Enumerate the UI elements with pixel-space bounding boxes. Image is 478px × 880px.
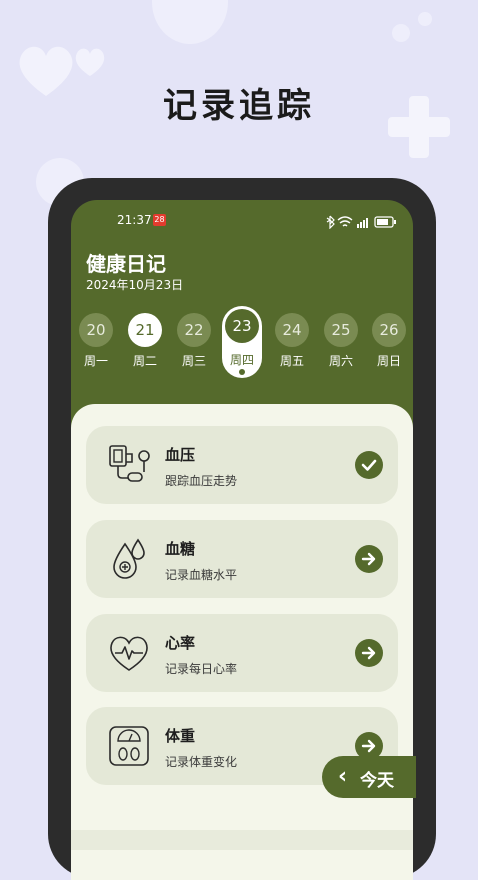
blood-drop-icon — [113, 538, 145, 579]
arrow-right-icon — [361, 552, 376, 566]
card-title: 血压 — [165, 446, 196, 464]
day-item[interactable]: 21 周二 — [123, 308, 167, 378]
card-subtitle: 跟踪血压走势 — [165, 474, 238, 488]
sim-badge: 28 — [153, 214, 166, 226]
day-item[interactable]: 24 周五 — [270, 308, 314, 378]
card-subtitle: 记录体重变化 — [165, 755, 238, 769]
bottom-nav-bar — [71, 830, 413, 850]
day-weekday: 周三 — [181, 354, 206, 368]
status-icons — [326, 215, 396, 229]
app-title: 健康日记 — [86, 252, 166, 276]
day-item[interactable]: 26 周日 — [367, 308, 411, 378]
card-subtitle: 记录血糖水平 — [165, 568, 238, 582]
arrow-button[interactable] — [355, 545, 383, 573]
scale-icon — [109, 726, 149, 766]
card-blood-pressure[interactable]: 血压 跟踪血压走势 — [86, 426, 398, 504]
status-bar: 21:37 28 — [71, 210, 413, 232]
status-time: 21:37 — [117, 213, 152, 227]
decor-circle — [418, 12, 432, 26]
day-number: 24 — [275, 313, 309, 347]
card-subtitle: 记录每日心率 — [165, 662, 238, 676]
today-button[interactable]: ‹ 今天 — [322, 756, 416, 798]
signal-icon — [357, 218, 368, 228]
chevron-left-icon: ‹ — [338, 764, 348, 789]
decor-circle — [152, 0, 228, 44]
day-number: 20 — [79, 313, 113, 347]
arrow-right-icon — [361, 646, 376, 660]
day-item[interactable]: 22 周三 — [172, 308, 216, 378]
day-weekday: 周日 — [376, 354, 401, 368]
selected-dot — [239, 369, 245, 375]
battery-icon — [374, 216, 396, 228]
day-weekday: 周二 — [132, 354, 157, 368]
headline: 记录追踪 — [163, 86, 315, 126]
check-icon — [361, 459, 377, 471]
day-number: 25 — [324, 313, 358, 347]
wifi-icon — [337, 216, 353, 227]
day-weekday: 周四 — [229, 353, 254, 367]
day-number: 22 — [177, 313, 211, 347]
day-weekday: 周一 — [83, 354, 108, 368]
day-weekday: 周五 — [279, 354, 304, 368]
current-date: 2024年10月23日 — [86, 278, 184, 292]
day-item[interactable]: 20 周一 — [74, 308, 118, 378]
blood-pressure-icon — [109, 445, 150, 482]
day-weekday: 周六 — [328, 354, 353, 368]
card-blood-sugar[interactable]: 血糖 记录血糖水平 — [86, 520, 398, 598]
heart-rate-icon — [110, 636, 148, 671]
bluetooth-icon — [326, 215, 335, 229]
day-number: 26 — [372, 313, 406, 347]
decor-circle — [392, 24, 410, 42]
card-title: 体重 — [165, 727, 196, 745]
card-title: 心率 — [165, 634, 196, 652]
day-number: 23 — [225, 309, 259, 343]
card-heart-rate[interactable]: 心率 记录每日心率 — [86, 614, 398, 692]
week-day-selector: 20 周一 21 周二 22 周三 23 周四 24 周五 25 周六 26 周… — [71, 306, 413, 384]
today-label: 今天 — [360, 771, 394, 791]
day-item[interactable]: 25 周六 — [319, 308, 363, 378]
arrow-button[interactable] — [355, 639, 383, 667]
card-title: 血糖 — [165, 540, 196, 558]
tracker-panel: 血压 跟踪血压走势 血糖 记录血糖水平 心率 记录每日心率 体重 记录体重变化 — [71, 404, 413, 880]
day-number: 21 — [128, 313, 162, 347]
day-item-selected[interactable]: 23 周四 — [222, 306, 262, 378]
check-button[interactable] — [355, 451, 383, 479]
